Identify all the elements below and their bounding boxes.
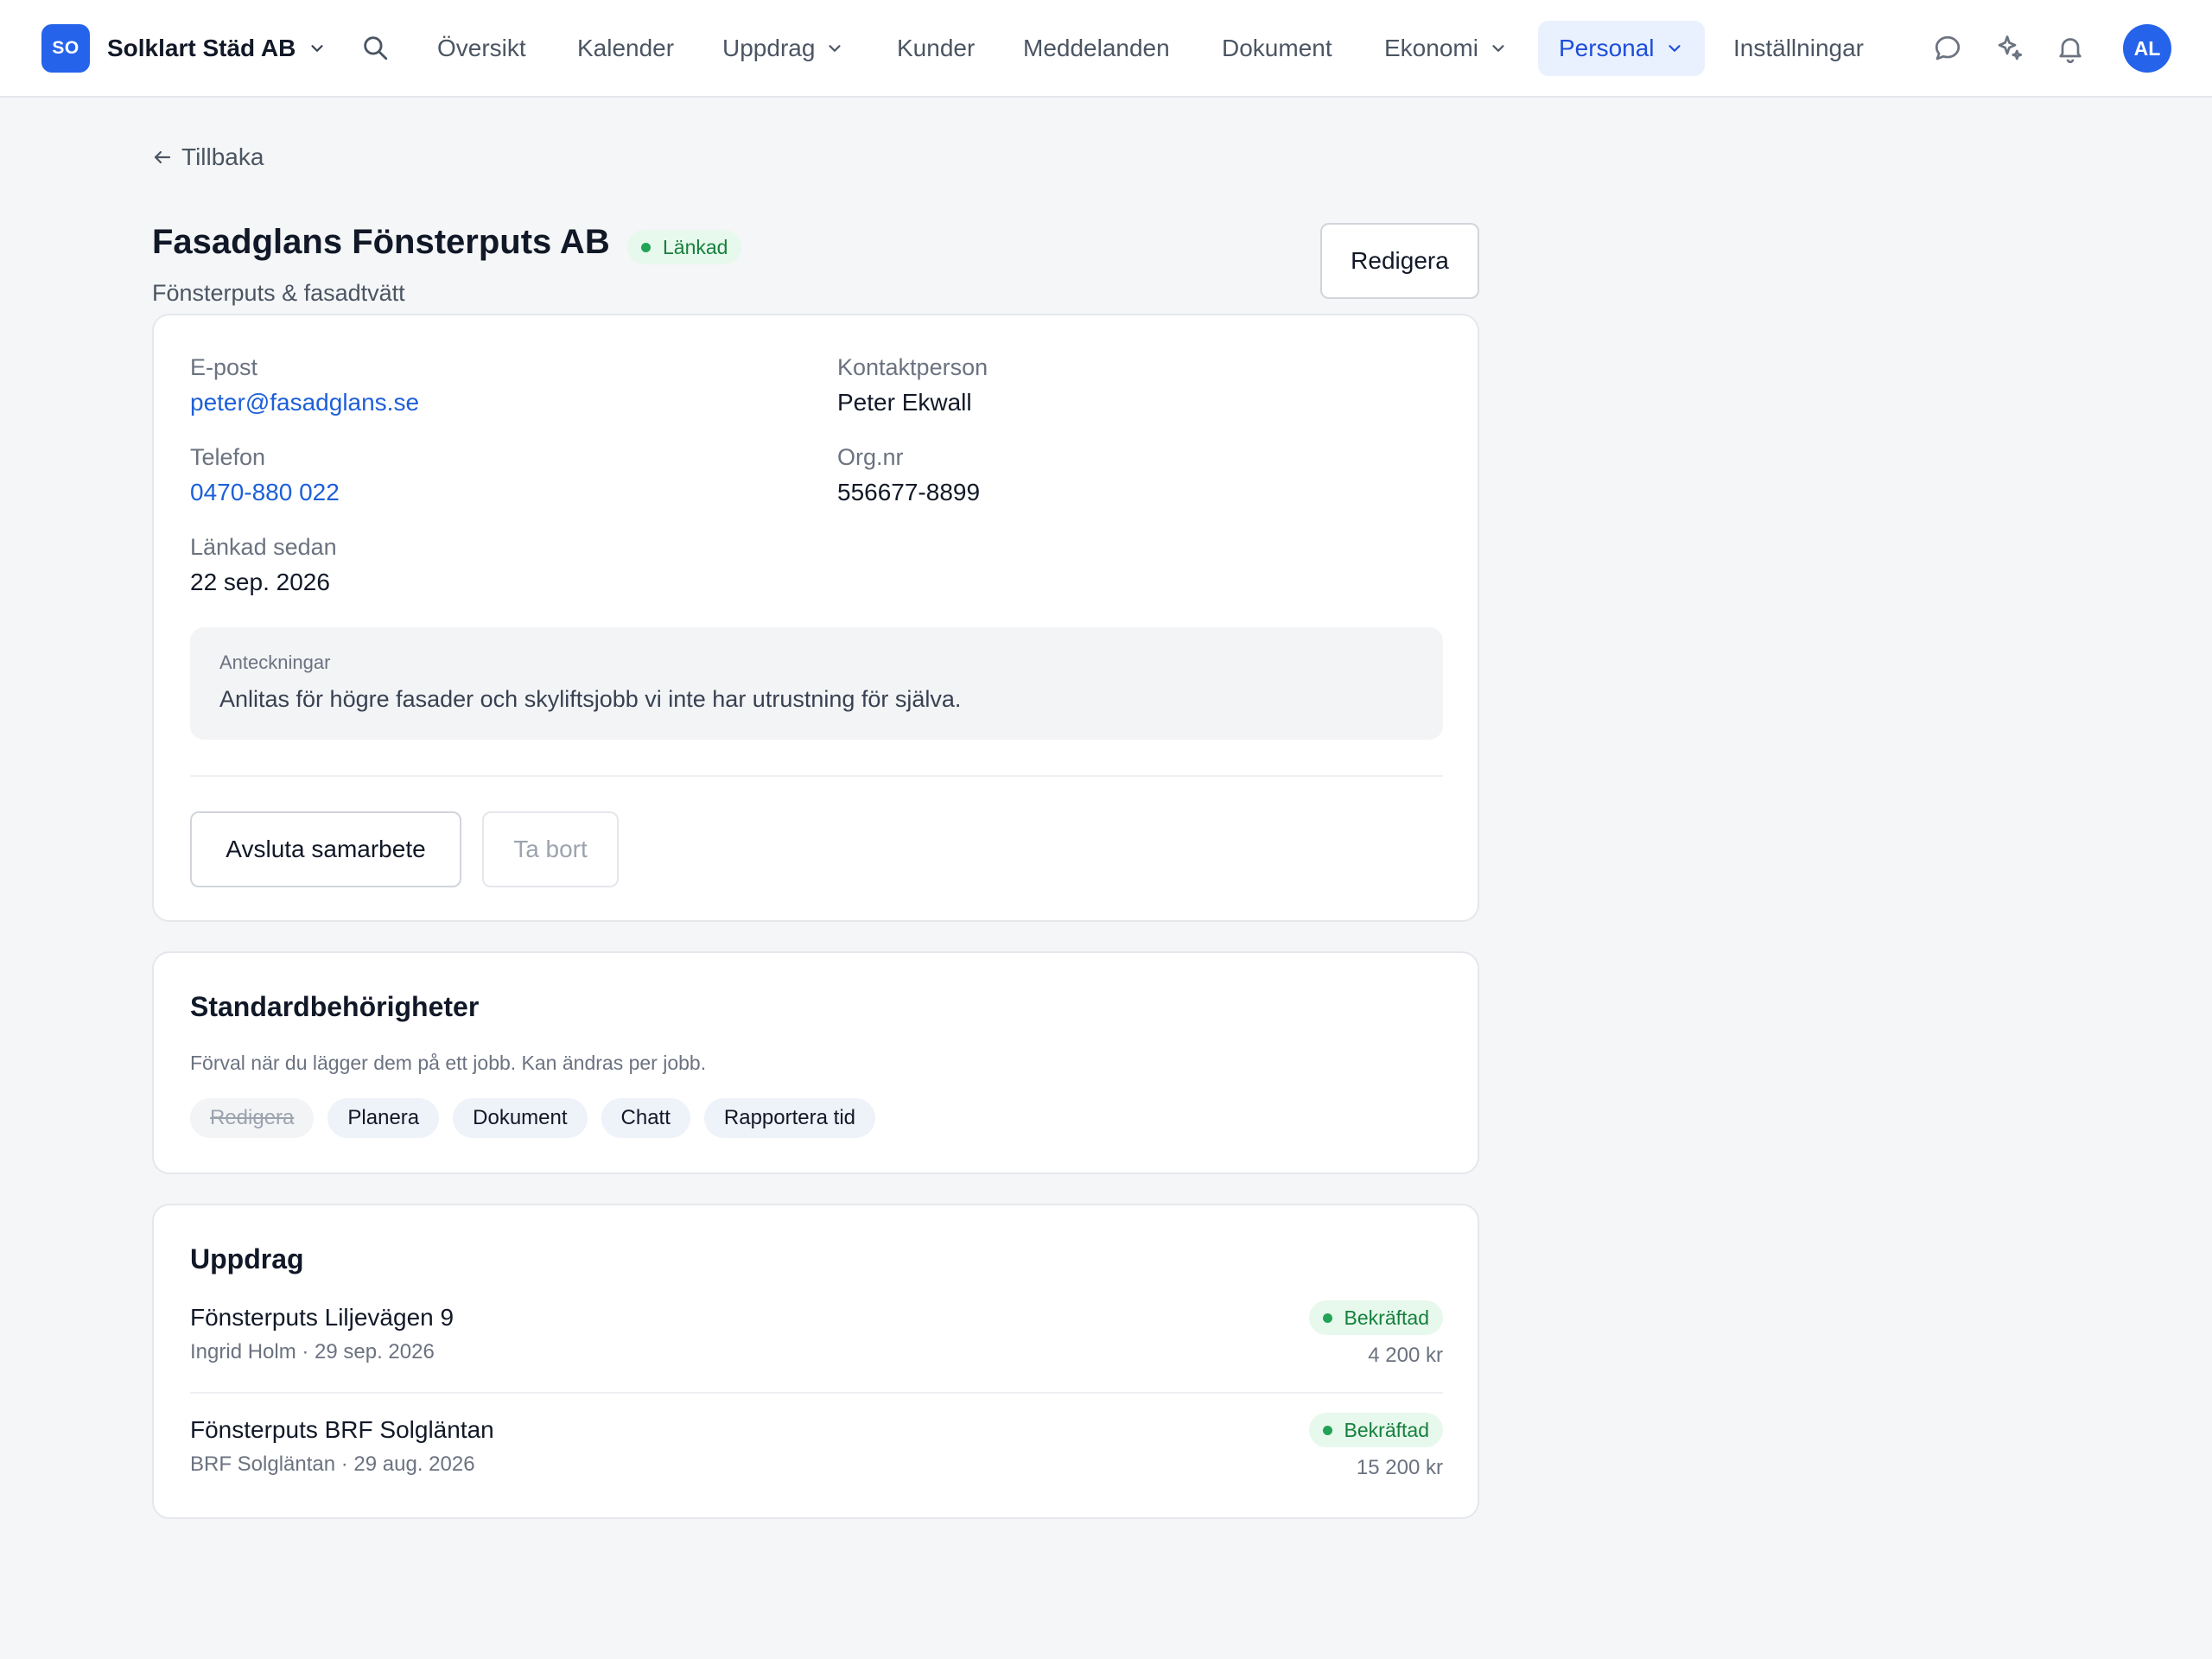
permissions-title: Standardbehörigheter [190,991,480,1022]
nav-item-dokument[interactable]: Dokument [1201,21,1353,76]
user-avatar[interactable]: AL [2123,24,2171,73]
nav-item-label: Inställningar [1733,35,1864,61]
org-nr-label: Org.nr [837,444,904,470]
job-name: Fönsterputs BRF Solgläntan [190,1416,494,1443]
org-name: Solklart Städ AB [107,35,296,61]
permissions-description: Förval när du lägger dem på ett jobb. Ka… [190,1052,707,1074]
nav-item-label: Meddelanden [1023,35,1170,61]
nav-item-oversikt[interactable]: Översikt [416,21,547,76]
jobs-title: Uppdrag [190,1243,304,1274]
permission-chip-planera[interactable]: Planera [327,1098,440,1138]
job-name: Fönsterputs Liljevägen 9 [190,1304,454,1331]
chevron-down-icon [311,45,323,52]
status-dot-icon [1322,1313,1332,1323]
back-link[interactable]: Tillbaka [152,140,264,175]
email-label: E-post [190,354,258,380]
back-link-label: Tillbaka [181,143,264,170]
permission-chip-dokument[interactable]: Dokument [453,1098,588,1138]
permission-chips: Redigera Planera Dokument Chatt Rapporte… [190,1098,875,1138]
top-nav-bar: SO Solklart Städ AB Översikt Kalender Up… [0,0,2212,98]
chat-icon[interactable] [1932,33,1963,64]
status-dot-icon [1322,1425,1332,1435]
job-status-badge: Bekräftad [1308,1413,1443,1447]
phone-label: Telefon [190,444,266,470]
nav-item-label: Dokument [1222,35,1332,61]
job-meta: BRF Solgläntan · 29 aug. 2026 [190,1452,475,1476]
nav-item-label: Uppdrag [722,35,816,61]
job-price: 15 200 kr [1356,1456,1443,1479]
nav-item-label: Kalender [577,35,675,61]
edit-button[interactable]: Redigera [1320,223,1479,299]
nav-item-personal[interactable]: Personal [1538,21,1705,76]
linked-since-label: Länkad sedan [190,534,337,560]
search-icon[interactable] [360,33,390,62]
nav-item-installningar[interactable]: Inställningar [1713,21,1885,76]
sparkle-icon[interactable] [1994,33,2025,64]
status-badge: Länkad [627,230,742,264]
nav-item-label: Personal [1559,35,1655,61]
page-title: Fasadglans Fönsterputs AB [152,223,610,261]
linked-since-value: 22 sep. 2026 [190,569,330,595]
bell-icon[interactable] [2055,33,2086,64]
notes-box: Anteckningar Anlitas för högre fasader o… [190,627,1443,740]
job-status-label: Bekräftad [1344,1306,1429,1329]
email-link[interactable]: peter@fasadglans.se [190,389,419,416]
job-price: 4 200 kr [1368,1344,1443,1367]
job-meta: Ingrid Holm · 29 sep. 2026 [190,1340,435,1363]
arrow-left-icon [154,150,171,164]
nav-item-meddelanden[interactable]: Meddelanden [1002,21,1191,76]
permission-chip-redigera[interactable]: Redigera [190,1098,315,1138]
end-collaboration-button[interactable]: Avsluta samarbete [190,811,461,887]
nav-item-ekonomi[interactable]: Ekonomi [1363,21,1529,76]
nav-item-label: Översikt [437,35,526,61]
nav-item-label: Kunder [897,35,976,61]
nav-item-uppdrag[interactable]: Uppdrag [702,21,865,76]
job-status-badge: Bekräftad [1308,1300,1443,1335]
contact-label: Kontaktperson [837,354,988,380]
delete-button[interactable]: Ta bort [482,811,619,887]
status-dot-icon [641,242,651,252]
nav-item-kalender[interactable]: Kalender [556,21,695,76]
notes-text: Anlitas för högre fasader och skyliftsjo… [219,686,962,712]
org-logo-badge: SO [41,24,90,73]
chevron-down-icon [829,45,842,52]
jobs-card: Uppdrag Fönsterputs Liljevägen 9 Ingrid … [152,1204,1479,1519]
divider [190,1392,1443,1394]
default-permissions-card: Standardbehörigheter Förval när du lägge… [152,951,1479,1174]
partner-details-card: E-post peter@fasadglans.se Kontaktperson… [152,314,1479,922]
page-subtitle: Fönsterputs & fasadtvätt [152,280,405,306]
chevron-down-icon [1668,45,1681,52]
phone-link[interactable]: 0470-880 022 [190,479,340,506]
contact-value: Peter Ekwall [837,389,972,416]
job-status-label: Bekräftad [1344,1418,1429,1441]
chevron-down-icon [1492,45,1504,52]
org-switcher[interactable]: SO Solklart Städ AB [41,24,327,73]
divider [190,775,1443,777]
nav-item-label: Ekonomi [1384,35,1478,61]
org-nr-value: 556677-8899 [837,479,981,505]
permission-chip-rapportera-tid[interactable]: Rapportera tid [703,1098,875,1138]
nav-item-kunder[interactable]: Kunder [876,21,995,76]
permission-chip-chatt[interactable]: Chatt [601,1098,690,1138]
status-badge-label: Länkad [663,235,728,258]
notes-label: Anteckningar [219,652,331,673]
